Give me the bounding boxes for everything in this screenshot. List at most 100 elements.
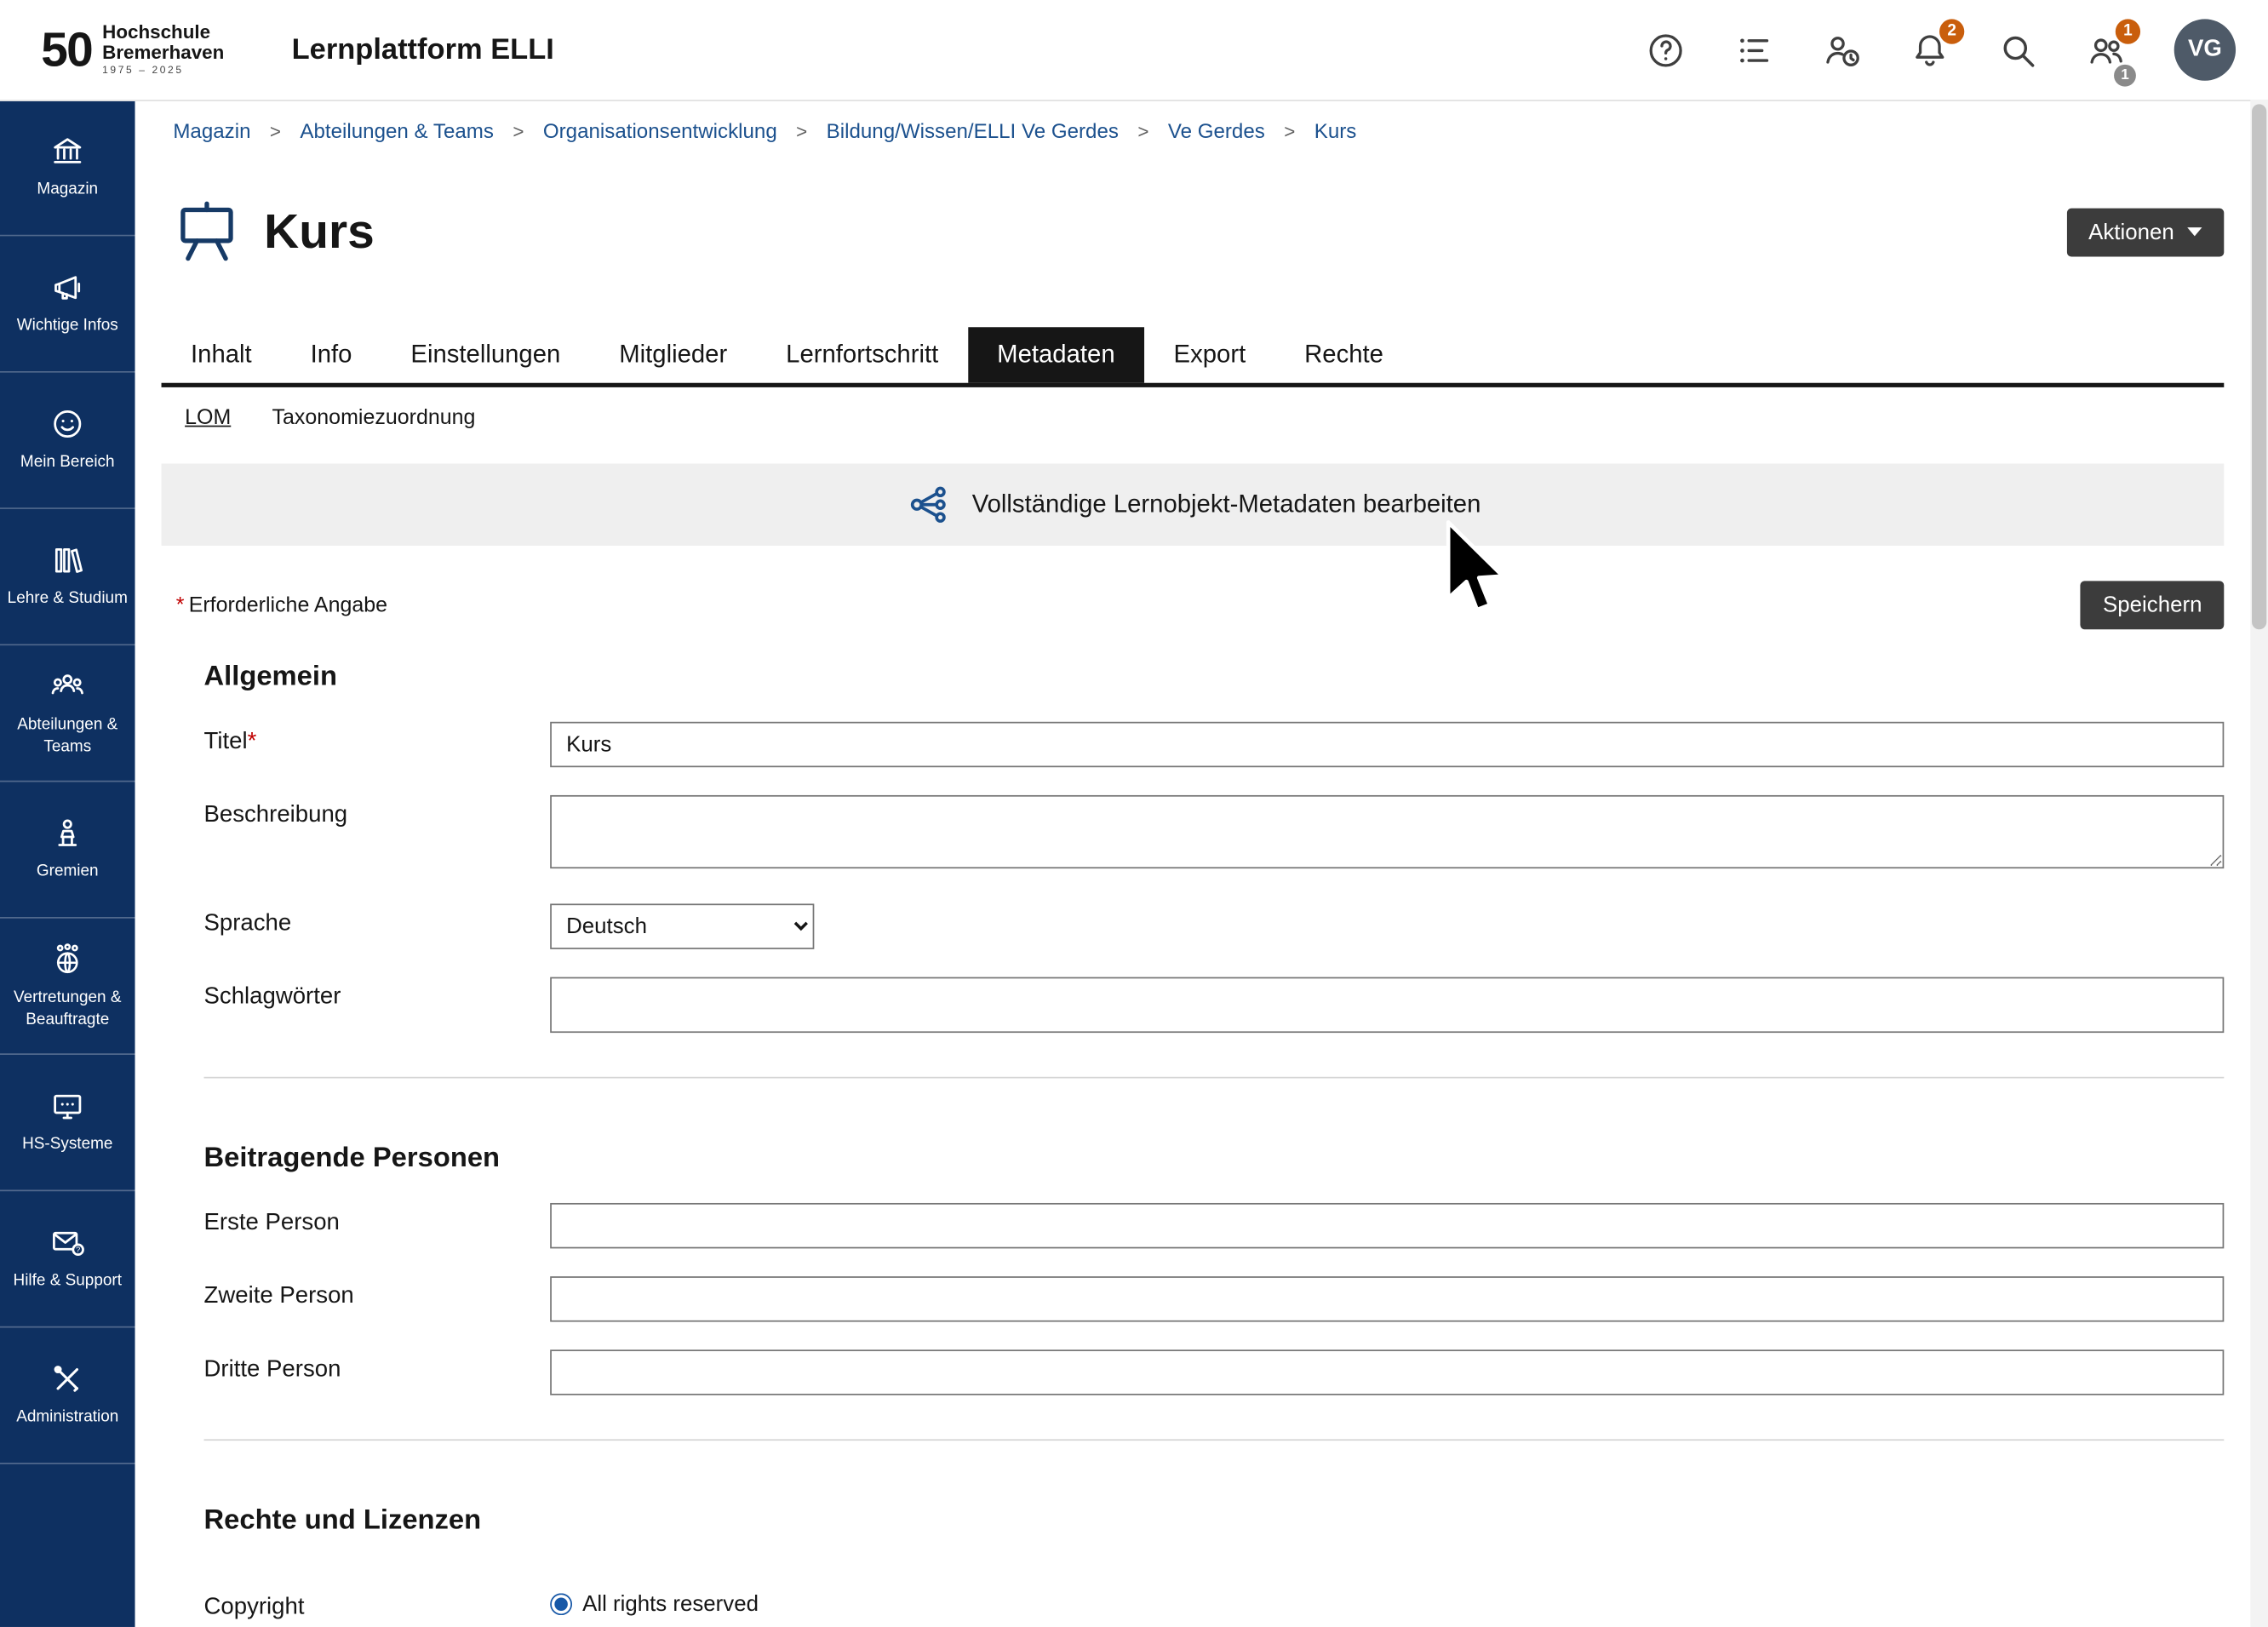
page-root: 50 Hochschule Bremerhaven 1975 – 2025 Le… <box>0 0 2268 1627</box>
breadcrumb-item[interactable]: Kurs <box>1314 119 1357 143</box>
schlagwoerter-label: Schlagwörter <box>204 977 551 1011</box>
titel-label: Titel* <box>204 722 551 756</box>
subtab-taxonomiezuordnung[interactable]: Taxonomiezuordnung <box>272 407 476 431</box>
contact-requests-icon[interactable] <box>1822 30 1862 70</box>
sidebar-item-lehre-studium[interactable]: Lehre & Studium <box>0 509 135 645</box>
main-sidebar: Magazin Wichtige Infos Mein Bereich Lehr… <box>0 100 135 1627</box>
tab-export[interactable]: Export <box>1144 328 1275 383</box>
titel-label-text: Titel <box>204 730 248 754</box>
required-hint: *Erforderliche Angabe <box>176 593 387 617</box>
speichern-button[interactable]: Speichern <box>2081 581 2224 630</box>
bell-badge: 2 <box>1939 19 1964 43</box>
sidebar-item-hs-systeme[interactable]: HS-Systeme <box>0 1055 135 1191</box>
people-icon <box>50 669 85 704</box>
tab-einstellungen[interactable]: Einstellungen <box>381 328 590 383</box>
books-icon <box>50 543 85 578</box>
tab-metadaten[interactable]: Metadaten <box>968 328 1144 383</box>
sidebar-item-hilfe-support[interactable]: ? Hilfe & Support <box>0 1191 135 1327</box>
breadcrumb-item[interactable]: Abteilungen & Teams <box>300 119 494 143</box>
sidebar-item-mein-bereich[interactable]: Mein Bereich <box>0 373 135 509</box>
sidebar-item-wichtige-infos[interactable]: Wichtige Infos <box>0 236 135 372</box>
erste-person-input[interactable] <box>550 1203 2224 1248</box>
scrollbar-thumb[interactable] <box>2252 104 2266 629</box>
sidebar-item-abteilungen-teams[interactable]: Abteilungen & Teams <box>0 645 135 782</box>
vertical-scrollbar[interactable] <box>2250 100 2268 1627</box>
required-asterisk: * <box>176 593 185 617</box>
help-icon[interactable] <box>1646 30 1686 70</box>
committee-icon <box>50 816 85 851</box>
globe-people-icon <box>50 942 85 977</box>
tab-inhalt[interactable]: Inhalt <box>162 328 282 383</box>
full-metadata-link-label: Vollständige Lernobjekt-Metadaten bearbe… <box>972 490 1481 519</box>
smiley-icon <box>50 407 85 442</box>
sidebar-item-label: HS-Systeme <box>22 1135 112 1156</box>
breadcrumb-item[interactable]: Organisationsentwicklung <box>543 119 777 143</box>
subtab-lom[interactable]: LOM <box>185 407 231 431</box>
section-divider <box>204 1440 2225 1441</box>
sprache-select[interactable]: Deutsch <box>550 904 814 949</box>
sidebar-item-label: Wichtige Infos <box>17 316 118 337</box>
notifications-bell-icon[interactable]: 2 <box>1910 30 1950 70</box>
section-heading-allgemein: Allgemein <box>204 662 2225 695</box>
field-row-dritte-person: Dritte Person <box>204 1350 2225 1395</box>
sidebar-item-magazin[interactable]: Magazin <box>0 100 135 236</box>
sidebar-item-label: Administration <box>16 1407 118 1429</box>
schlagwoerter-input[interactable] <box>550 977 2224 1033</box>
aktionen-button[interactable]: Aktionen <box>2066 208 2224 256</box>
members-icon[interactable]: 1 1 <box>2086 30 2126 70</box>
sidebar-item-administration[interactable]: Administration <box>0 1327 135 1464</box>
breadcrumb-item[interactable]: Magazin <box>173 119 250 143</box>
copyright-option-text: All rights reserved <box>582 1592 759 1617</box>
logo-line2: Bremerhaven <box>102 43 224 63</box>
sidebar-item-label: Hilfe & Support <box>14 1271 122 1292</box>
page-title: Kurs <box>264 204 375 260</box>
tab-mitglieder[interactable]: Mitglieder <box>590 328 757 383</box>
metadata-tree-icon <box>904 482 951 529</box>
field-row-erste-person: Erste Person <box>204 1203 2225 1248</box>
copyright-radio-row[interactable]: All rights reserved <box>550 1588 2224 1617</box>
sidebar-item-vertretungen[interactable]: Vertretungen & Beauftragte <box>0 919 135 1055</box>
breadcrumb-item[interactable]: Ve Gerdes <box>1168 119 1265 143</box>
tab-lernfortschritt[interactable]: Lernfortschritt <box>757 328 968 383</box>
metadata-form: Allgemein Titel* Beschreibung Sprache <box>162 662 2225 1622</box>
logo-text: Hochschule Bremerhaven 1975 – 2025 <box>102 22 224 77</box>
list-icon[interactable] <box>1734 30 1774 70</box>
dritte-person-input[interactable] <box>550 1350 2224 1395</box>
tools-icon <box>50 1362 85 1397</box>
tab-rechte[interactable]: Rechte <box>1275 328 1413 383</box>
sprache-label: Sprache <box>204 904 551 938</box>
chevron-right-icon: > <box>513 119 524 141</box>
aktionen-label: Aktionen <box>2088 220 2174 244</box>
logo-50-mark: 50 <box>41 26 92 74</box>
members-badge-secondary: 1 <box>2114 64 2136 86</box>
sidebar-item-label: Gremien <box>37 862 99 883</box>
titel-input[interactable] <box>550 722 2224 767</box>
section-heading-beitragende: Beitragende Personen <box>204 1143 2225 1176</box>
beschreibung-textarea[interactable] <box>550 795 2224 868</box>
tab-bar: Inhalt Info Einstellungen Mitglieder Ler… <box>162 328 2225 388</box>
breadcrumb-item[interactable]: Bildung/Wissen/ELLI Ve Gerdes <box>827 119 1119 143</box>
form-meta-row: *Erforderliche Angabe Speichern <box>162 581 2225 630</box>
app-header: 50 Hochschule Bremerhaven 1975 – 2025 Le… <box>0 0 2268 101</box>
sidebar-item-gremien[interactable]: Gremien <box>0 782 135 918</box>
sidebar-item-label: Abteilungen & Teams <box>4 715 130 757</box>
university-logo[interactable]: 50 Hochschule Bremerhaven 1975 – 2025 <box>41 22 224 77</box>
required-hint-text: Erforderliche Angabe <box>189 593 387 617</box>
full-metadata-link[interactable]: Vollständige Lernobjekt-Metadaten bearbe… <box>162 464 2225 546</box>
main-content: Magazin > Abteilungen & Teams > Organisa… <box>135 100 2268 1627</box>
field-row-beschreibung: Beschreibung <box>204 795 2225 876</box>
dritte-person-label: Dritte Person <box>204 1350 551 1384</box>
tab-info[interactable]: Info <box>281 328 381 383</box>
sidebar-item-label: Mein Bereich <box>20 452 115 473</box>
field-row-copyright: Copyright All rights reserved <box>204 1588 2225 1622</box>
field-row-schlagwoerter: Schlagwörter <box>204 977 2225 1033</box>
chevron-right-icon: > <box>270 119 281 141</box>
svg-text:?: ? <box>76 1246 80 1256</box>
course-board-icon <box>173 198 240 266</box>
search-icon[interactable] <box>1998 30 2038 70</box>
zweite-person-input[interactable] <box>550 1277 2224 1322</box>
field-row-sprache: Sprache Deutsch <box>204 904 2225 949</box>
sidebar-item-label: Vertretungen & Beauftragte <box>4 988 130 1029</box>
copyright-radio[interactable] <box>550 1594 572 1616</box>
user-avatar[interactable]: VG <box>2174 19 2236 80</box>
